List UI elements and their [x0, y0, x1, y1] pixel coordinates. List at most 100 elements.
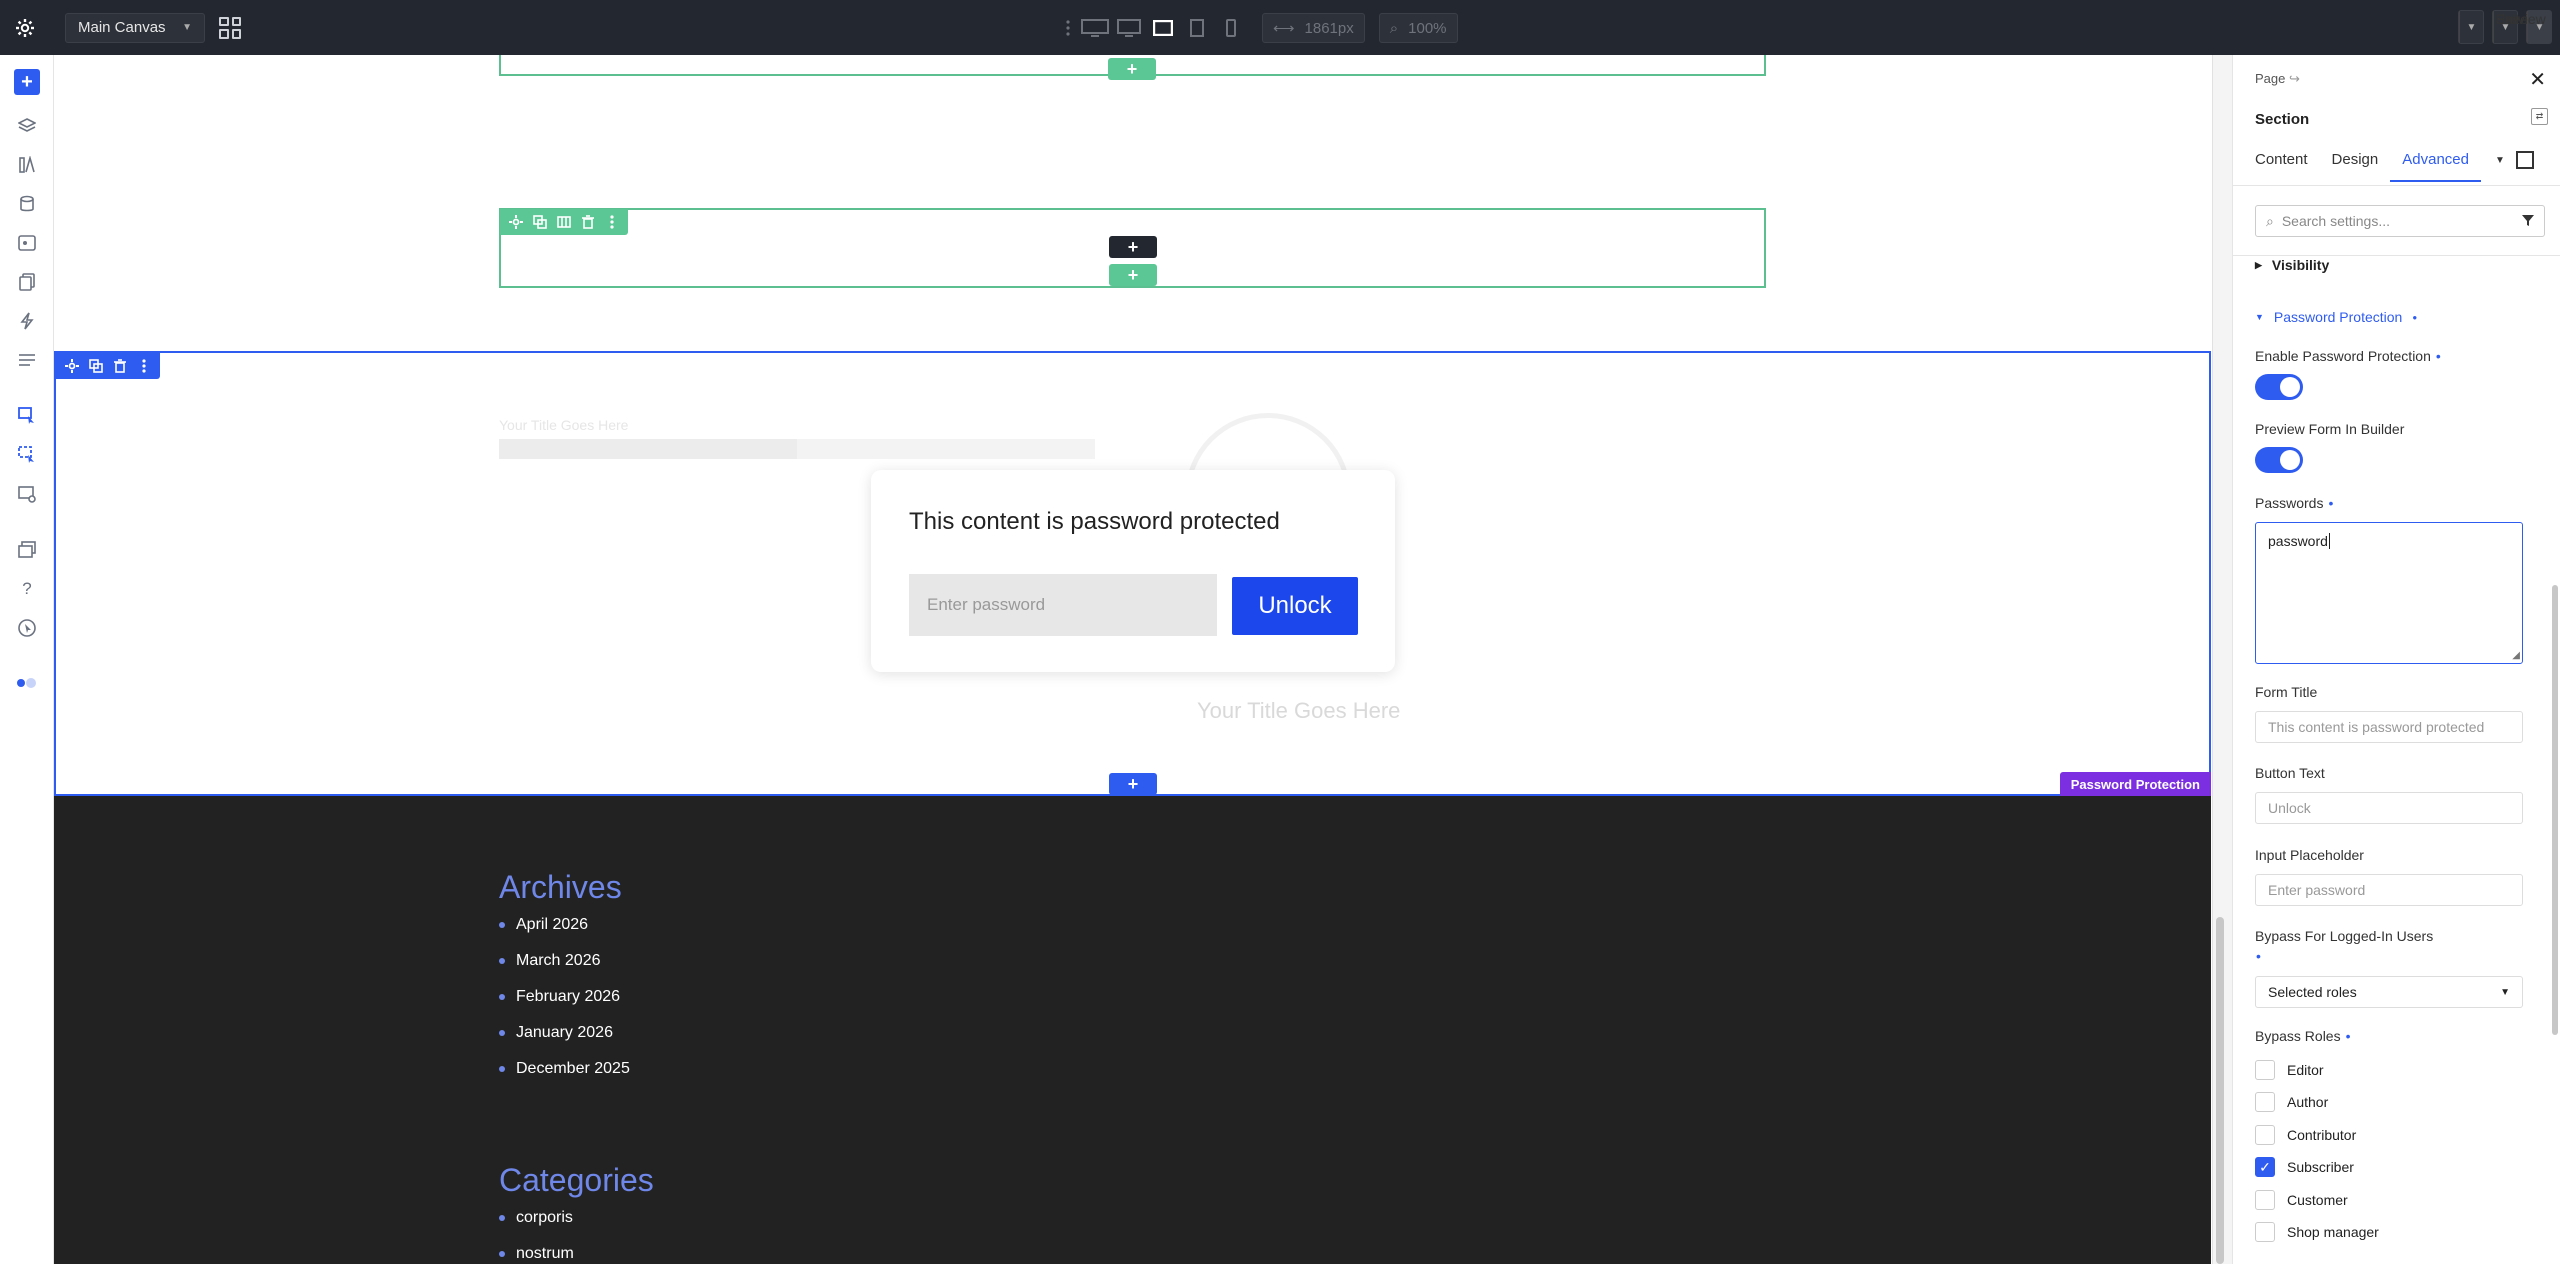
form-title-input[interactable]: This content is password protected: [2255, 711, 2523, 743]
theme-icon[interactable]: [14, 230, 40, 256]
layers-icon[interactable]: [14, 113, 40, 139]
canvas-width-input[interactable]: ⟷ 1861px: [1262, 13, 1365, 43]
passwords-textarea[interactable]: password ◢: [2255, 522, 2523, 664]
checkbox[interactable]: [2255, 1125, 2275, 1145]
duplicate-icon[interactable]: [86, 356, 106, 376]
password-input[interactable]: Enter password: [909, 574, 1217, 636]
divider: [2233, 255, 2560, 256]
duplicate-icon[interactable]: [530, 212, 550, 232]
checkbox[interactable]: [2255, 1060, 2275, 1080]
add-element-button[interactable]: +: [1109, 236, 1157, 258]
add-section-button[interactable]: +: [1109, 773, 1157, 795]
password-form-title: This content is password protected: [909, 508, 1280, 535]
more-vertical-icon[interactable]: [134, 356, 154, 376]
checkmark-icon[interactable]: ✓: [2255, 1157, 2275, 1177]
archive-link[interactable]: February 2026: [499, 979, 630, 1015]
builder-canvas[interactable]: + + + Your Title Goes Here Your Title Go…: [54, 55, 2211, 1264]
tablet-portrait-icon[interactable]: [1180, 13, 1214, 43]
trash-icon[interactable]: [578, 212, 598, 232]
element-cursor-icon[interactable]: [14, 403, 40, 429]
canvas-select[interactable]: Main Canvas ▼: [65, 12, 205, 43]
role-checkbox-customer[interactable]: Customer: [2255, 1190, 2348, 1210]
filter-icon[interactable]: [2522, 213, 2534, 229]
breadcrumb-page[interactable]: Page: [2255, 71, 2285, 86]
enable-password-label: Enable Password Protection •: [2255, 348, 2441, 364]
toggle-preview-icon[interactable]: [14, 670, 40, 696]
element-cursor-alt-icon[interactable]: [14, 442, 40, 468]
settings-search-input[interactable]: ⌕ Search settings...: [2255, 205, 2545, 237]
template-settings-icon[interactable]: [14, 481, 40, 507]
columns-icon[interactable]: [554, 212, 574, 232]
caret-down-icon: ▼: [2255, 312, 2264, 322]
role-checkbox-author[interactable]: Author: [2255, 1092, 2328, 1112]
caret-right-icon: ▶: [2255, 259, 2262, 270]
archives-heading: Archives: [499, 869, 622, 905]
panel-scrollbar-thumb[interactable]: [2552, 585, 2558, 1035]
add-below-button[interactable]: +: [1108, 58, 1156, 80]
role-label: Shop manager: [2287, 1224, 2379, 1240]
more-vertical-icon[interactable]: [1058, 13, 1078, 43]
swap-icon[interactable]: ⇄: [2531, 108, 2548, 125]
panel-scrollbar[interactable]: [2550, 255, 2560, 1264]
list-settings-icon[interactable]: [14, 347, 40, 373]
chevron-down-icon[interactable]: ▼: [2495, 155, 2505, 166]
section-type-badge: Password Protection: [2059, 772, 2211, 796]
archive-link[interactable]: March 2026: [499, 943, 630, 979]
add-below-button[interactable]: +: [1109, 264, 1157, 286]
ghost-title-small: Your Title Goes Here: [499, 417, 629, 433]
category-link[interactable]: nostrum: [499, 1236, 574, 1264]
pages-icon[interactable]: [14, 269, 40, 295]
role-checkbox-subscriber[interactable]: ✓ Subscriber: [2255, 1157, 2354, 1177]
desktop-icon[interactable]: [1112, 13, 1146, 43]
password-protection-accordion[interactable]: ▼ Password Protection ●: [2255, 309, 2417, 325]
archive-link[interactable]: December 2025: [499, 1051, 630, 1087]
canvas-scrollbar-thumb[interactable]: [2216, 917, 2224, 1264]
help-icon[interactable]: ?: [14, 576, 40, 602]
canvas-select-value: Main Canvas: [78, 19, 166, 36]
bypass-select[interactable]: Selected roles ▼: [2255, 976, 2523, 1008]
categories-list: corporis nostrum: [499, 1200, 574, 1264]
button-text-input[interactable]: Unlock: [2255, 792, 2523, 824]
checkbox[interactable]: [2255, 1190, 2275, 1210]
visibility-label: Visibility: [2271, 257, 2330, 273]
stack-icon[interactable]: [14, 537, 40, 563]
enable-password-toggle[interactable]: [2255, 374, 2303, 400]
role-label: Contributor: [2287, 1127, 2357, 1143]
trash-icon[interactable]: [110, 356, 130, 376]
mobile-icon[interactable]: [1214, 13, 1248, 43]
visibility-accordion[interactable]: ▶ Visibility: [2255, 257, 2329, 273]
tab-advanced[interactable]: Advanced: [2390, 151, 2481, 182]
checkbox[interactable]: [2255, 1092, 2275, 1112]
lightning-icon[interactable]: [14, 308, 40, 334]
category-link[interactable]: corporis: [499, 1200, 574, 1236]
add-element-icon[interactable]: +: [14, 69, 40, 95]
tablet-landscape-icon[interactable]: [1146, 13, 1180, 43]
preview-form-toggle[interactable]: [2255, 447, 2303, 473]
role-checkbox-shop-manager[interactable]: Shop manager: [2255, 1222, 2379, 1242]
cursor-circle-icon[interactable]: [14, 615, 40, 641]
square-icon[interactable]: [2516, 151, 2534, 169]
resize-handle-icon[interactable]: ◢: [2512, 650, 2520, 661]
role-checkbox-editor[interactable]: Editor: [2255, 1060, 2324, 1080]
breadcrumb[interactable]: Page ↪: [2255, 71, 2300, 87]
input-placeholder-input[interactable]: Enter password: [2255, 874, 2523, 906]
close-icon[interactable]: ✕: [2529, 67, 2546, 92]
grid-icon[interactable]: [219, 16, 241, 39]
desktop-wide-icon[interactable]: [1078, 13, 1112, 43]
archive-link[interactable]: January 2026: [499, 1015, 630, 1051]
more-vertical-icon[interactable]: [602, 212, 622, 232]
role-checkbox-contributor[interactable]: Contributor: [2255, 1125, 2356, 1145]
database-icon[interactable]: [14, 191, 40, 217]
settings-gear-icon[interactable]: [0, 0, 50, 55]
save-label: Save: [2496, 11, 2528, 27]
archive-link[interactable]: April 2026: [499, 907, 630, 943]
zoom-input[interactable]: ⌕ 100%: [1378, 13, 1458, 43]
gear-icon[interactable]: [62, 356, 82, 376]
passwords-value: password: [2268, 533, 2328, 549]
checkbox[interactable]: [2255, 1222, 2275, 1242]
tab-content[interactable]: Content: [2255, 151, 2308, 182]
tab-design[interactable]: Design: [2332, 151, 2379, 182]
gear-icon[interactable]: [506, 212, 526, 232]
library-icon[interactable]: [14, 152, 40, 178]
unlock-button[interactable]: Unlock: [1232, 577, 1358, 635]
